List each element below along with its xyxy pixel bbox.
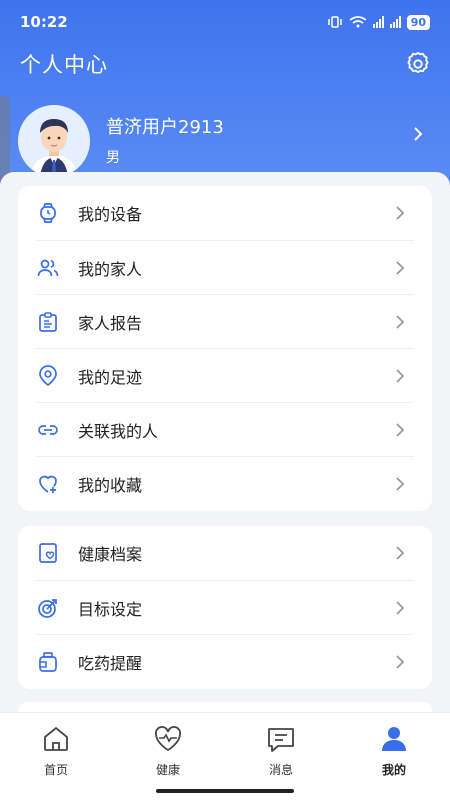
vibrate-icon: [327, 16, 342, 28]
menu-item-label: 我的家人: [78, 259, 143, 279]
avatar: [18, 105, 90, 177]
chevron-right-icon: [396, 601, 405, 615]
tab-home[interactable]: 首页: [16, 723, 96, 779]
tab-label: 我的: [381, 763, 406, 777]
tab-messages[interactable]: 消息: [241, 723, 321, 779]
report-icon: [39, 311, 57, 332]
tab-label: 首页: [43, 763, 68, 777]
menu-item-health-file[interactable]: 健康档案: [36, 526, 414, 580]
battery-indicator: 90: [406, 14, 430, 30]
menu-item-medicine-reminder[interactable]: 吃药提醒: [36, 634, 414, 688]
health-file-icon: [39, 543, 57, 563]
wifi-icon: [349, 16, 367, 28]
tab-health[interactable]: 健康: [128, 723, 208, 779]
chevron-right-icon: [414, 127, 423, 141]
menu-item-family-report[interactable]: 家人报告: [36, 294, 414, 348]
user-gender: 男: [106, 150, 120, 166]
menu-item-devices[interactable]: 我的设备: [36, 186, 414, 240]
menu-item-goal-setting[interactable]: 目标设定: [36, 580, 414, 634]
content-area: 我的设备 我的家人 家人报告 我的足迹 关联我的人 我的收藏 健康档案 目标设定…: [0, 172, 450, 722]
menu-item-label: 健康档案: [78, 545, 143, 564]
menu-item-favorites[interactable]: 我的收藏: [36, 456, 414, 510]
chevron-right-icon: [396, 423, 405, 437]
message-icon: [268, 728, 294, 752]
watch-icon: [40, 203, 56, 223]
menu-item-label: 家人报告: [78, 313, 143, 333]
menu-item-label: 我的足迹: [78, 367, 143, 387]
chevron-right-icon: [396, 206, 405, 220]
medicine-icon: [39, 651, 57, 672]
home-icon: [44, 726, 68, 751]
tab-label: 消息: [268, 763, 293, 777]
gear-icon[interactable]: [404, 50, 432, 78]
family-icon: [37, 259, 59, 276]
chevron-right-icon: [396, 315, 405, 329]
profile-card[interactable]: 普济用户2913 男: [18, 102, 432, 177]
chevron-right-icon: [396, 655, 405, 669]
page-title: 个人中心: [20, 53, 108, 77]
menu-item-label: 目标设定: [78, 599, 143, 619]
chevron-right-icon: [396, 546, 405, 560]
menu-item-label: 关联我的人: [78, 421, 159, 441]
chevron-right-icon: [396, 261, 405, 275]
status-bar: 10:22 90: [0, 0, 450, 44]
chevron-right-icon: [396, 369, 405, 383]
menu-card-1: 我的设备 我的家人 家人报告 我的足迹 关联我的人 我的收藏: [18, 186, 432, 511]
menu-item-label: 我的设备: [78, 205, 143, 224]
menu-item-label: 吃药提醒: [78, 653, 143, 673]
signal-icon: [372, 16, 384, 28]
top-bar: 个人中心: [0, 44, 450, 84]
signal-icon-2: [389, 16, 401, 28]
heart-plus-icon: [39, 475, 57, 493]
menu-card-2: 健康档案 目标设定 吃药提醒: [18, 526, 432, 689]
bottom-tab-bar: 首页 健康 消息 我的: [0, 712, 450, 800]
home-indicator: [156, 789, 294, 793]
location-icon: [39, 364, 57, 386]
person-icon: [382, 727, 406, 751]
link-icon: [38, 424, 58, 435]
chevron-right-icon: [396, 477, 405, 491]
tab-mine[interactable]: 我的: [354, 723, 434, 779]
menu-item-label: 我的收藏: [78, 475, 143, 495]
status-time: 10:22: [20, 13, 68, 31]
menu-item-linked-people[interactable]: 关联我的人: [36, 402, 414, 456]
target-icon: [38, 598, 57, 618]
heart-pulse-icon: [155, 726, 181, 752]
tab-label: 健康: [155, 763, 180, 777]
status-icons: 90: [327, 14, 430, 30]
menu-item-footprint[interactable]: 我的足迹: [36, 348, 414, 402]
menu-item-family[interactable]: 我的家人: [36, 240, 414, 294]
user-name: 普济用户2913: [106, 117, 224, 138]
